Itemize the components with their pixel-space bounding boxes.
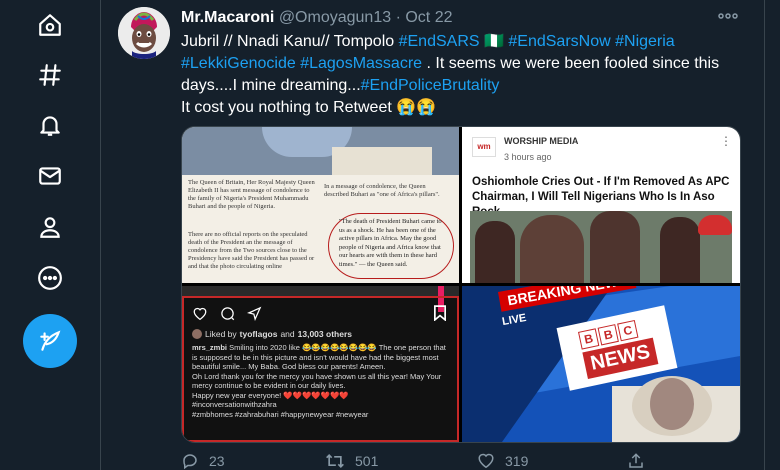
media-image-1[interactable]: The Queen of Britain, Her Royal Majesty … bbox=[182, 127, 459, 283]
hashtag-endsarsnow[interactable]: #EndSarsNow bbox=[508, 33, 610, 50]
source-logo: wm bbox=[472, 137, 496, 157]
article-text-left: The Queen of Britain, Her Royal Majesty … bbox=[188, 179, 315, 210]
photo-strip bbox=[182, 127, 459, 175]
caption-text-3: Happy new year everyone! ❤️❤️❤️❤️❤️❤️❤️ bbox=[192, 390, 349, 400]
article-text-right: In a message of condolence, the Queen de… bbox=[324, 183, 440, 198]
media-image-3[interactable]: Liked by tyoflagos and 13,003 others mrs… bbox=[182, 286, 459, 442]
ig-caption: mrs_zmbi Smiling into 2020 like 😂😂😂😂😂😂😂😂… bbox=[192, 343, 450, 419]
like-count: 319 bbox=[505, 452, 529, 469]
more-circle-icon[interactable] bbox=[36, 264, 64, 292]
caption-text: Smiling into 2020 like 😂😂😂😂😂😂😂😂 The one … bbox=[192, 343, 446, 371]
notifications-bell-icon[interactable] bbox=[36, 111, 64, 139]
liked-by-line: Liked by tyoflagos and 13,003 others bbox=[192, 329, 352, 339]
more-options-button[interactable] bbox=[717, 6, 741, 26]
article-text-left-2: There are no official reports on the spe… bbox=[188, 231, 315, 270]
avatar[interactable] bbox=[118, 7, 170, 59]
tweet-header: Mr.Macaroni @Omoyagun13 · Oct 22 bbox=[181, 8, 453, 28]
tweet-text-retweet-line: It cost you nothing to Retweet 😭😭 bbox=[181, 99, 437, 116]
liked-count: 13,003 others bbox=[297, 329, 352, 339]
tweet[interactable]: Mr.Macaroni @Omoyagun13 · Oct 22 Jubril … bbox=[101, 0, 764, 470]
ig-heart-icon bbox=[193, 307, 207, 320]
more-dots-icon bbox=[718, 13, 738, 19]
share-button[interactable] bbox=[627, 452, 645, 470]
home-icon[interactable] bbox=[36, 11, 64, 39]
liked-and: and bbox=[280, 329, 295, 339]
handle[interactable]: @Omoyagun13 bbox=[279, 9, 391, 26]
tweet-text-plain: Jubril // Nnadi Kanu// Tompolo bbox=[181, 33, 399, 50]
caption-tags-2: #zmbhomes #zahrabuhari #happynewyear #ne… bbox=[192, 409, 369, 419]
news-photo bbox=[470, 211, 732, 283]
source-name: WORSHIP MEDIA bbox=[504, 136, 579, 146]
liked-by-label: Liked by bbox=[205, 329, 237, 339]
tweet-text: Jubril // Nnadi Kanu// Tompolo #EndSARS … bbox=[181, 31, 741, 119]
bbc-letter-2: B bbox=[597, 324, 619, 346]
ig-share-icon bbox=[247, 306, 262, 321]
flag-emoji: 🇳🇬 bbox=[484, 33, 504, 50]
media-image-2[interactable]: wm WORSHIP MEDIA 3 hours ago ⋮ Oshiomhol… bbox=[462, 127, 740, 283]
ig-bookmark-icon bbox=[434, 305, 446, 321]
hashtag-endsars[interactable]: #EndSARS bbox=[399, 33, 480, 50]
compose-tweet-button[interactable] bbox=[23, 314, 77, 368]
card-menu-icon: ⋮ bbox=[720, 134, 732, 148]
separator: · bbox=[395, 9, 401, 26]
source-time: 3 hours ago bbox=[504, 152, 552, 162]
hashtag-lekkigenocide[interactable]: #LekkiGenocide bbox=[181, 55, 296, 72]
tweet-actions: 23 501 319 bbox=[181, 452, 741, 470]
explore-hash-icon[interactable] bbox=[36, 61, 64, 89]
retweet-icon bbox=[326, 453, 344, 469]
column-divider-right bbox=[764, 0, 765, 470]
quote-circled: "The death of President Buhari came to u… bbox=[328, 213, 454, 279]
bbc-letter-3: C bbox=[617, 319, 639, 342]
tweet-date[interactable]: Oct 22 bbox=[405, 9, 452, 26]
messages-envelope-icon[interactable] bbox=[36, 162, 64, 190]
hashtag-lagosmassacre[interactable]: #LagosMassacre bbox=[300, 55, 422, 72]
retweet-button[interactable]: 501 bbox=[325, 452, 378, 470]
like-button[interactable]: 319 bbox=[477, 452, 528, 469]
hashtag-endpolicebrutality[interactable]: #EndPoliceBrutality bbox=[361, 77, 500, 94]
media-image-4[interactable]: BREAKING NEWS LIVE B B C NEWS bbox=[462, 286, 740, 442]
caption-user: mrs_zmbi bbox=[192, 343, 228, 352]
compose-feather-icon bbox=[40, 330, 61, 351]
media-grid[interactable]: The Queen of Britain, Her Royal Majesty … bbox=[181, 126, 741, 443]
reply-button[interactable]: 23 bbox=[181, 452, 225, 470]
sidebar-nav bbox=[0, 0, 100, 470]
reply-icon bbox=[183, 454, 197, 470]
profile-person-icon[interactable] bbox=[36, 213, 64, 241]
display-name[interactable]: Mr.Macaroni bbox=[181, 9, 274, 26]
instagram-actions bbox=[192, 306, 262, 321]
liked-user: tyoflagos bbox=[239, 329, 278, 339]
caption-text-2: Oh Lord thank you for the mercy you have… bbox=[192, 371, 442, 391]
retweet-count: 501 bbox=[355, 453, 379, 469]
caption-tags-1: #inconversationwithzahra bbox=[192, 400, 277, 409]
bbc-letter-1: B bbox=[578, 328, 600, 350]
hashtag-nigeria[interactable]: #Nigeria bbox=[615, 33, 675, 50]
share-icon bbox=[629, 453, 643, 468]
reply-count: 23 bbox=[209, 453, 225, 469]
ig-comment-icon bbox=[221, 307, 235, 321]
like-icon bbox=[478, 453, 494, 469]
